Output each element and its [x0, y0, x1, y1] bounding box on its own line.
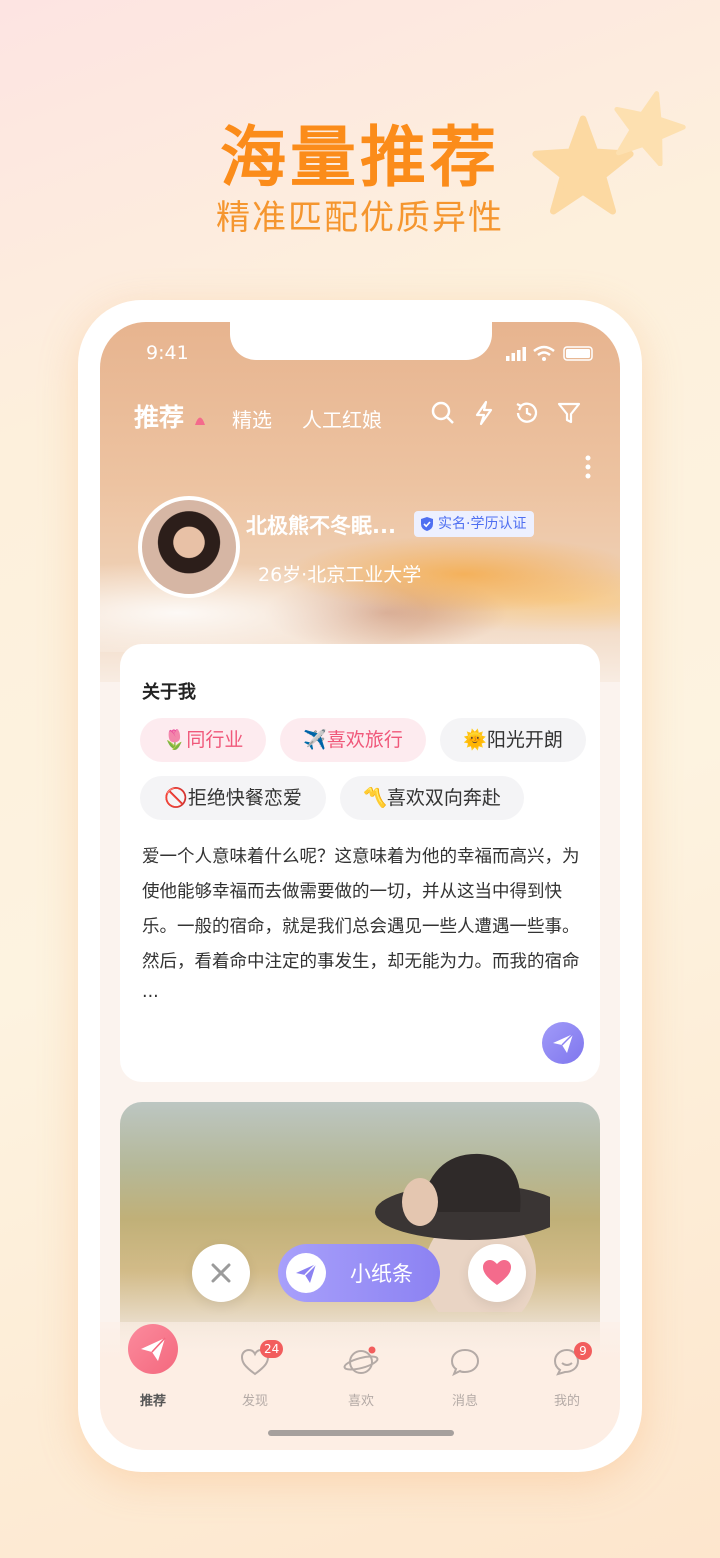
tag-same-industry: 🌷同行业 [140, 718, 266, 762]
close-icon [211, 1263, 231, 1283]
bio-text: 爱一个人意味着什么呢？这意味着为他的幸福而高兴，为使他能够幸福而去做需要做的一切… [142, 847, 580, 1007]
status-icons [506, 344, 596, 366]
tabbar-label-recommend: 推荐 [139, 1394, 166, 1409]
tag-sunny: 🌞阳光开朗 [440, 718, 586, 762]
signal-wifi-battery-icon [506, 345, 593, 361]
paper-plane-icon [141, 1337, 166, 1361]
airplane-icon: ✈️ [303, 729, 327, 751]
tabbar-recommend-icon-button[interactable] [128, 1324, 178, 1374]
flower-indicator-icon [194, 417, 205, 425]
phone-notch [230, 322, 492, 360]
phone-screen: 9:41 推荐 精选 人工红娘 北极熊不冬眠... 实名·学历认证 26岁·北京… [100, 322, 620, 1450]
profile-name: 北极熊不冬眠... [246, 514, 396, 538]
heart-icon [483, 1260, 511, 1285]
status-time: 9:41 [146, 342, 189, 364]
profile-info: 26岁·北京工业大学 [258, 564, 422, 586]
discover-count-badge: 24 [260, 1340, 284, 1358]
note-button-label: 小纸条 [350, 1262, 413, 1286]
tabbar-label-messages: 消息 [451, 1394, 478, 1409]
shield-check-icon [421, 517, 433, 531]
about-card: 关于我 🌷同行业 ✈️喜欢旅行 🌞阳光开朗 🚫拒绝快餐恋爱 〽️喜欢双向奔赴 爱… [120, 644, 600, 1082]
tag-no-fast-love: 🚫拒绝快餐恋爱 [140, 776, 326, 820]
paper-plane-icon [296, 1263, 317, 1283]
home-indicator [268, 1430, 454, 1436]
note-icon-circle [286, 1253, 326, 1293]
dislike-button[interactable] [192, 1244, 250, 1302]
sun-icon: 🌞 [463, 729, 487, 751]
about-title: 关于我 [142, 682, 196, 703]
tabbar-item-messages[interactable]: 消息 [430, 1344, 500, 1409]
mine-count-badge: 9 [574, 1342, 592, 1360]
tab-matchmaker[interactable]: 人工红娘 [302, 404, 382, 433]
planet-icon [343, 1346, 379, 1374]
like-button[interactable] [468, 1244, 526, 1302]
tag-travel: ✈️喜欢旅行 [280, 718, 426, 762]
chat-bubble-icon [450, 1348, 480, 1377]
tabbar-item-discover[interactable]: 24 发现 [220, 1340, 290, 1409]
tab-featured[interactable]: 精选 [232, 404, 272, 433]
tabbar-item-mine[interactable]: 9 我的 [532, 1342, 602, 1409]
prohibited-icon: 🚫 [164, 787, 188, 809]
verification-badge-label: 实名·学历认证 [438, 516, 527, 532]
tabbar-label-mine: 我的 [553, 1394, 580, 1409]
filter-icon[interactable] [556, 400, 582, 426]
paper-plane-icon [553, 1033, 574, 1053]
tabbar-label-likes: 喜欢 [347, 1394, 374, 1409]
tag-mutual: 〽️喜欢双向奔赴 [340, 776, 524, 820]
small-star-decoration-icon [614, 91, 686, 166]
tab-recommend-label: 推荐 [134, 403, 185, 432]
note-button[interactable]: 小纸条 [278, 1244, 440, 1302]
history-icon[interactable] [514, 400, 540, 426]
more-options-icon[interactable] [584, 454, 592, 480]
send-note-button[interactable] [542, 1022, 584, 1064]
search-icon[interactable] [430, 400, 456, 426]
tabbar-item-likes[interactable]: 喜欢 [326, 1344, 396, 1409]
tab-recommend[interactable]: 推荐 [134, 398, 207, 434]
tabbar-label-discover: 发现 [241, 1394, 268, 1409]
avatar[interactable] [138, 496, 240, 598]
verification-badge: 实名·学历认证 [414, 511, 535, 537]
mark-icon: 〽️ [363, 787, 387, 809]
lightning-icon[interactable] [472, 400, 496, 426]
tulip-icon: 🌷 [162, 729, 187, 751]
